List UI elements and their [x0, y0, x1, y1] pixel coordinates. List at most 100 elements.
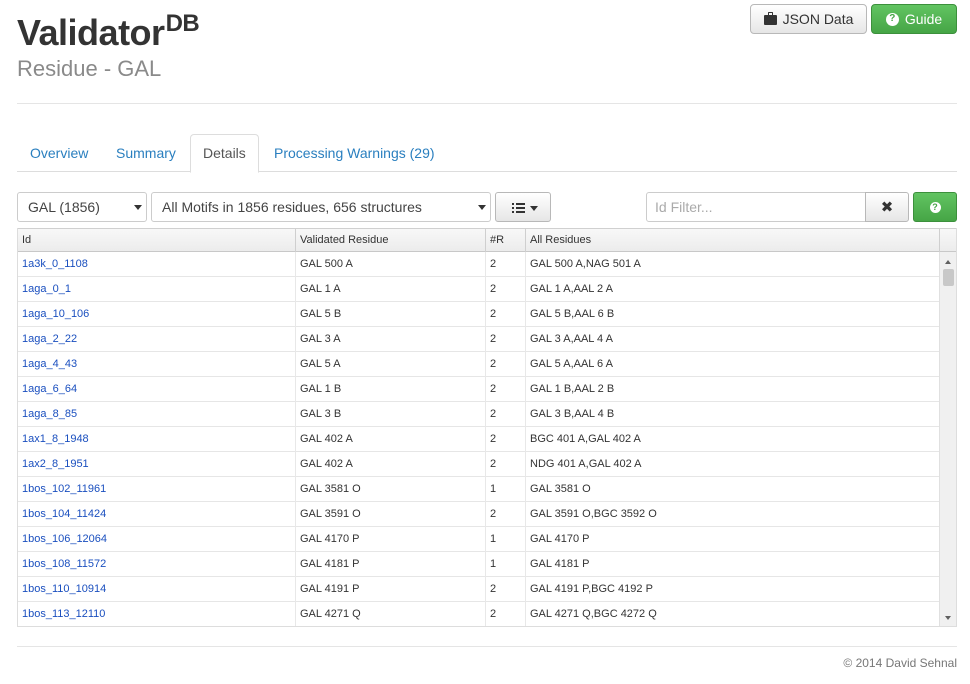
chevron-down-icon	[478, 205, 486, 210]
row-id-link[interactable]: 1a3k_0_1108	[18, 252, 296, 277]
header-divider	[17, 103, 957, 104]
table-row[interactable]: 1aga_4_43 GAL 5 A 2 GAL 5 A,AAL 6 A	[18, 352, 940, 377]
row-validated-residue: GAL 4181 P	[296, 552, 486, 577]
scrollbar-thumb[interactable]	[943, 269, 954, 286]
briefcase-icon	[763, 12, 777, 25]
column-header-validated-residue[interactable]: Validated Residue	[296, 229, 486, 252]
table-row[interactable]: 1bos_106_12064 GAL 4170 P 1 GAL 4170 P	[18, 527, 940, 552]
row-residue-count: 2	[486, 327, 526, 352]
row-all-residues: GAL 5 B,AAL 6 B	[526, 302, 940, 327]
table-header: Id Validated Residue #R All Residues	[18, 228, 956, 252]
question-circle-icon: ?	[885, 12, 899, 26]
chevron-down-icon	[134, 205, 142, 210]
table-row[interactable]: 1bos_102_11961 GAL 3581 O 1 GAL 3581 O	[18, 477, 940, 502]
table-row[interactable]: 1ax1_8_1948 GAL 402 A 2 BGC 401 A,GAL 402 A	[18, 427, 940, 452]
row-id-link[interactable]: 1aga_0_1	[18, 277, 296, 302]
row-validated-residue: GAL 3 A	[296, 327, 486, 352]
table-row[interactable]: 1bos_108_11572 GAL 4181 P 1 GAL 4181 P	[18, 552, 940, 577]
row-all-residues: BGC 401 A,GAL 402 A	[526, 427, 940, 452]
guide-label: Guide	[904, 11, 943, 27]
row-validated-residue: GAL 4191 P	[296, 577, 486, 602]
tab-details[interactable]: Details	[190, 134, 259, 173]
table-row[interactable]: 1aga_6_64 GAL 1 B 2 GAL 1 B,AAL 2 B	[18, 377, 940, 402]
app-title-text: Validator	[17, 12, 165, 53]
tab-bar: Overview Summary Details Processing Warn…	[17, 134, 957, 173]
column-header-id[interactable]: Id	[18, 229, 296, 252]
motif-select-value: All Motifs in 1856 residues, 656 structu…	[162, 199, 422, 215]
page-subtitle: Residue - GAL	[17, 56, 162, 81]
table-row[interactable]: 1bos_113_12110 GAL 4271 Q 2 GAL 4271 Q,BGC …	[18, 602, 940, 626]
row-validated-residue: GAL 402 A	[296, 427, 486, 452]
row-all-residues: GAL 5 A,AAL 6 A	[526, 352, 940, 377]
row-all-residues: GAL 4170 P	[526, 527, 940, 552]
question-circle-icon: ?	[929, 201, 941, 213]
filter-help-button[interactable]: ?	[913, 192, 957, 222]
row-residue-count: 2	[486, 602, 526, 626]
tab-overview[interactable]: Overview	[18, 134, 100, 172]
guide-button[interactable]: ? Guide	[871, 4, 957, 34]
footer-divider	[17, 646, 957, 647]
table-row[interactable]: 1aga_8_85 GAL 3 B 2 GAL 3 B,AAL 4 B	[18, 402, 940, 427]
row-id-link[interactable]: 1bos_113_12110	[18, 602, 296, 626]
row-residue-count: 2	[486, 252, 526, 277]
motif-select[interactable]: All Motifs in 1856 residues, 656 structu…	[151, 192, 491, 222]
residue-select[interactable]: GAL (1856)	[17, 192, 147, 222]
row-id-link[interactable]: 1ax1_8_1948	[18, 427, 296, 452]
table-body: 1a3k_0_1108 GAL 500 A 2 GAL 500 A,NAG 501 A…	[18, 252, 940, 626]
footer-copyright: © 2014 David Sehnal	[843, 656, 957, 670]
row-residue-count: 2	[486, 577, 526, 602]
row-id-link[interactable]: 1aga_10_106	[18, 302, 296, 327]
row-id-link[interactable]: 1bos_110_10914	[18, 577, 296, 602]
row-residue-count: 2	[486, 402, 526, 427]
row-residue-count: 2	[486, 377, 526, 402]
row-id-link[interactable]: 1bos_108_11572	[18, 552, 296, 577]
clear-filter-button[interactable]: ✖	[865, 192, 909, 222]
row-validated-residue: GAL 500 A	[296, 252, 486, 277]
row-id-link[interactable]: 1bos_106_12064	[18, 527, 296, 552]
table-row[interactable]: 1aga_2_22 GAL 3 A 2 GAL 3 A,AAL 4 A	[18, 327, 940, 352]
residue-select-value: GAL (1856)	[28, 199, 100, 215]
row-residue-count: 1	[486, 477, 526, 502]
app-title: ValidatorDB	[17, 2, 200, 55]
table-row[interactable]: 1bos_104_11424 GAL 3591 O 2 GAL 3591 O,BGC …	[18, 502, 940, 527]
row-id-link[interactable]: 1aga_2_22	[18, 327, 296, 352]
column-header-all-residues[interactable]: All Residues	[526, 229, 940, 252]
table-row[interactable]: 1aga_10_106 GAL 5 B 2 GAL 5 B,AAL 6 B	[18, 302, 940, 327]
table-row[interactable]: 1ax2_8_1951 GAL 402 A 2 NDG 401 A,GAL 402 A	[18, 452, 940, 477]
table-row[interactable]: 1aga_0_1 GAL 1 A 2 GAL 1 A,AAL 2 A	[18, 277, 940, 302]
row-validated-residue: GAL 3591 O	[296, 502, 486, 527]
tab-processing-warnings[interactable]: Processing Warnings (29)	[262, 134, 447, 172]
row-all-residues: NDG 401 A,GAL 402 A	[526, 452, 940, 477]
row-all-residues: GAL 4191 P,BGC 4192 P	[526, 577, 940, 602]
row-residue-count: 2	[486, 452, 526, 477]
row-validated-residue: GAL 1 B	[296, 377, 486, 402]
row-id-link[interactable]: 1bos_102_11961	[18, 477, 296, 502]
row-residue-count: 2	[486, 502, 526, 527]
row-id-link[interactable]: 1ax2_8_1951	[18, 452, 296, 477]
row-residue-count: 2	[486, 302, 526, 327]
row-all-residues: GAL 1 A,AAL 2 A	[526, 277, 940, 302]
table-row[interactable]: 1bos_110_10914 GAL 4191 P 2 GAL 4191 P,BGC …	[18, 577, 940, 602]
list-menu-button[interactable]	[495, 192, 551, 222]
row-validated-residue: GAL 4170 P	[296, 527, 486, 552]
row-id-link[interactable]: 1aga_8_85	[18, 402, 296, 427]
row-all-residues: GAL 500 A,NAG 501 A	[526, 252, 940, 277]
row-validated-residue: GAL 5 A	[296, 352, 486, 377]
row-id-link[interactable]: 1aga_6_64	[18, 377, 296, 402]
scroll-up-icon[interactable]	[945, 260, 951, 264]
row-residue-count: 1	[486, 552, 526, 577]
row-residue-count: 2	[486, 352, 526, 377]
scroll-down-icon[interactable]	[945, 616, 951, 620]
id-filter-input[interactable]	[646, 192, 866, 222]
row-id-link[interactable]: 1aga_4_43	[18, 352, 296, 377]
column-header-r[interactable]: #R	[486, 229, 526, 252]
row-id-link[interactable]: 1bos_104_11424	[18, 502, 296, 527]
row-all-residues: GAL 3581 O	[526, 477, 940, 502]
table-row[interactable]: 1a3k_0_1108 GAL 500 A 2 GAL 500 A,NAG 501 A	[18, 252, 940, 277]
json-data-button[interactable]: JSON Data	[750, 4, 867, 34]
json-data-label: JSON Data	[782, 11, 854, 27]
row-validated-residue: GAL 402 A	[296, 452, 486, 477]
vertical-scrollbar[interactable]	[939, 252, 956, 626]
tab-summary[interactable]: Summary	[104, 134, 188, 172]
remove-icon: ✖	[880, 199, 894, 216]
